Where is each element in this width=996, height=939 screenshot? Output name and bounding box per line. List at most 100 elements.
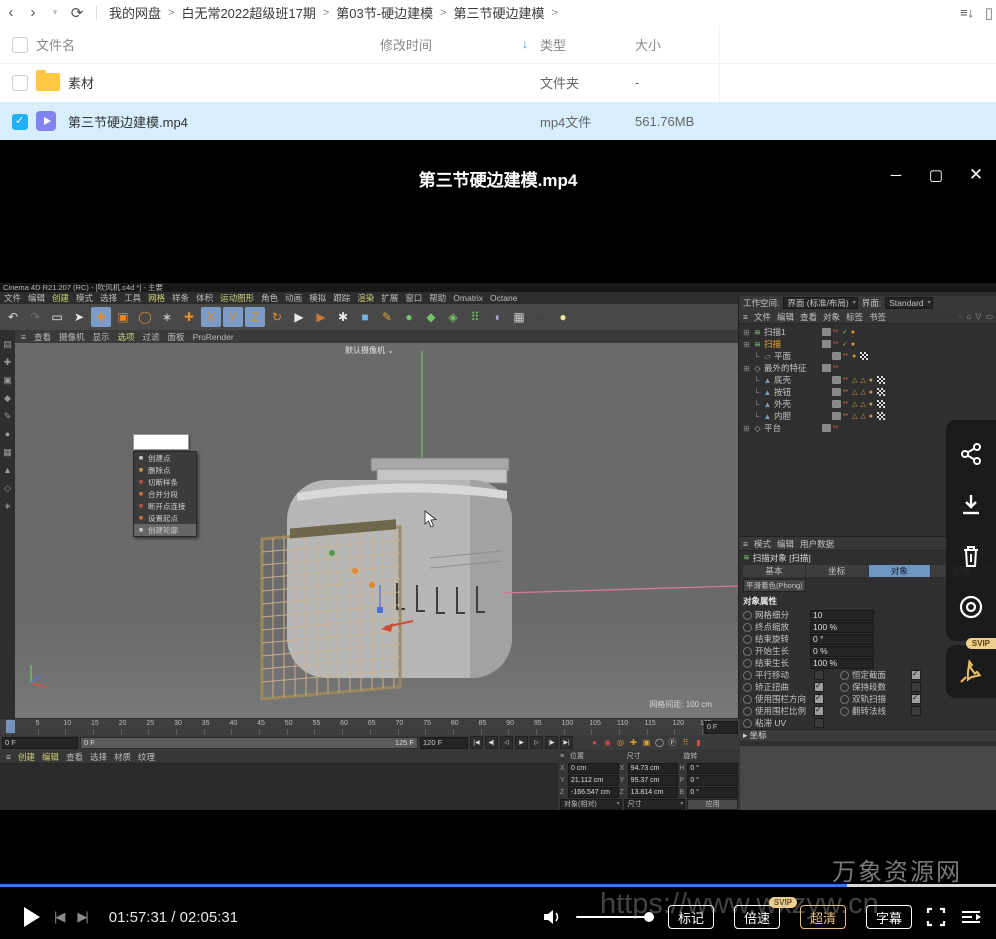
column-size[interactable]: 大小 bbox=[635, 25, 661, 63]
view-toggle-icon[interactable]: ▯ bbox=[982, 3, 996, 23]
animation-dot-icon[interactable] bbox=[743, 718, 752, 728]
animation-dot-icon[interactable] bbox=[743, 658, 752, 668]
render-settings-icon[interactable]: ✱ bbox=[333, 307, 353, 327]
coords-value[interactable]: 0 cm bbox=[568, 762, 619, 774]
column-time[interactable]: 修改时间 ↓ bbox=[380, 25, 528, 63]
redo-icon[interactable]: ↷ bbox=[25, 307, 45, 327]
interface-dropdown[interactable]: Standard bbox=[885, 297, 933, 309]
frame-range-slider[interactable]: 0 F 125 F bbox=[80, 736, 418, 749]
minimize-button[interactable]: ─ bbox=[882, 164, 910, 186]
coordinates-section-header[interactable]: ▸ 坐标 bbox=[739, 729, 996, 741]
material-menu-item[interactable]: 编辑 bbox=[42, 751, 59, 763]
coords-value[interactable]: 21.112 cm bbox=[568, 774, 619, 786]
animation-dot-icon[interactable] bbox=[743, 634, 752, 644]
close-button[interactable]: ✕ bbox=[962, 164, 990, 186]
last-tool-icon[interactable]: ∗ bbox=[157, 307, 177, 327]
visibility-dots[interactable]: •• bbox=[843, 388, 849, 395]
c4d-menu-item[interactable]: 模拟 bbox=[309, 292, 326, 304]
c4d-menu-item[interactable]: 选择 bbox=[100, 292, 117, 304]
visibility-dots[interactable]: •• bbox=[833, 340, 839, 347]
object-name[interactable]: 扫描 bbox=[764, 338, 816, 350]
visibility-chip[interactable] bbox=[832, 352, 841, 360]
primitive-cube-icon[interactable]: ■ bbox=[355, 307, 375, 327]
keyframe-param-icon[interactable]: Ⓟ bbox=[667, 737, 678, 748]
undo-icon[interactable]: ↶ bbox=[3, 307, 23, 327]
scale-icon[interactable]: ▣ bbox=[113, 307, 133, 327]
axis-x-icon[interactable]: X bbox=[201, 307, 221, 327]
om-tool-icon-1[interactable]: ⌂ bbox=[966, 312, 971, 321]
c4d-menu-item[interactable]: 扩展 bbox=[381, 292, 398, 304]
object-row[interactable]: ⊞ ◇ 最外的特征 •• bbox=[739, 362, 996, 374]
row-checkbox[interactable] bbox=[12, 114, 28, 130]
maximize-button[interactable]: ▢ bbox=[922, 164, 950, 186]
field-value[interactable]: 100 % bbox=[810, 621, 874, 633]
move-icon[interactable]: ✚ bbox=[91, 307, 111, 327]
c4d-menu-item[interactable]: 渲染 bbox=[357, 292, 374, 304]
checkbox[interactable] bbox=[911, 706, 921, 716]
checkbox[interactable] bbox=[814, 670, 824, 680]
attribute-tab[interactable]: 对象 bbox=[868, 565, 931, 577]
visibility-dots[interactable]: •• bbox=[843, 376, 849, 383]
record-position-icon[interactable]: ● bbox=[589, 737, 600, 748]
dot-tag-icon[interactable]: ● bbox=[869, 377, 873, 384]
keyframe-pla-icon[interactable]: ⠿ bbox=[680, 737, 691, 748]
back-icon[interactable]: ‹ bbox=[0, 3, 22, 23]
prev-key-icon[interactable]: ◀| bbox=[485, 736, 498, 749]
keyframe-move-icon[interactable]: ✚ bbox=[628, 737, 639, 748]
texture-tag-icon[interactable] bbox=[877, 388, 886, 396]
breadcrumb-item[interactable]: 白无常2022超级班17期 bbox=[177, 3, 319, 22]
viewport-menu-item[interactable]: ProRender bbox=[193, 332, 234, 342]
end-frame-field[interactable]: 120 F bbox=[420, 736, 468, 749]
viewport-menu-item[interactable]: 选项 bbox=[118, 331, 135, 343]
history-dropdown-icon[interactable]: ▾ bbox=[44, 3, 66, 23]
light-icon[interactable]: ● bbox=[553, 307, 573, 327]
phong-chip[interactable]: 平滑着色(Phong) bbox=[743, 579, 806, 592]
expand-icon[interactable]: ⊞ bbox=[742, 424, 751, 433]
c4d-menu-item[interactable]: 运动图形 bbox=[220, 292, 254, 304]
enabled-check-icon[interactable]: ✓ bbox=[842, 328, 848, 336]
popup-menu-item[interactable]: ■ 删除点 bbox=[134, 464, 196, 476]
hamburger-icon[interactable]: ≡ bbox=[21, 332, 26, 342]
phong-tag-icon[interactable]: △ bbox=[860, 376, 865, 384]
popup-menu-item[interactable]: ■ 合并分段 bbox=[134, 488, 196, 500]
object-row[interactable]: └ ▲ 外壳 •• △ △ ● bbox=[739, 398, 996, 410]
keyframe-rotate-icon[interactable]: ◯ bbox=[654, 737, 665, 748]
c4d-menu-item[interactable]: 帮助 bbox=[429, 292, 446, 304]
next-video-icon[interactable]: ▶| bbox=[77, 909, 88, 925]
constraint-icon[interactable]: ◖ bbox=[487, 307, 507, 327]
apply-button[interactable]: 应用 bbox=[687, 799, 739, 810]
coords-value[interactable]: -166.547 cm bbox=[568, 786, 619, 798]
attribute-tab[interactable]: 坐标 bbox=[805, 565, 868, 577]
viewport-menu-item[interactable]: 显示 bbox=[93, 331, 110, 343]
render-region-icon[interactable]: ▶ bbox=[311, 307, 331, 327]
c4d-menu-item[interactable]: Octane bbox=[490, 293, 517, 303]
animation-dot-icon[interactable] bbox=[840, 706, 849, 716]
checkbox[interactable] bbox=[911, 682, 921, 692]
hamburger-icon[interactable]: ≡ bbox=[743, 539, 748, 549]
object-name[interactable]: 扫描1 bbox=[764, 326, 816, 338]
am-menu-item[interactable]: 模式 bbox=[754, 538, 771, 550]
animation-dot-icon[interactable] bbox=[840, 694, 849, 704]
object-name[interactable]: 按钮 bbox=[774, 386, 826, 398]
超清-button[interactable]: 超清 bbox=[800, 905, 846, 929]
phong-tag-icon[interactable]: △ bbox=[852, 412, 857, 420]
hamburger-icon[interactable]: ≡ bbox=[743, 312, 748, 322]
share-button[interactable] bbox=[956, 439, 986, 469]
viewport-menu-item[interactable]: 面板 bbox=[168, 331, 185, 343]
material-menu-item[interactable]: 纹理 bbox=[138, 751, 155, 763]
visibility-chip[interactable] bbox=[832, 412, 841, 420]
column-type[interactable]: 类型 bbox=[540, 25, 566, 63]
play-button[interactable] bbox=[24, 907, 40, 927]
expand-icon[interactable]: └ bbox=[752, 412, 761, 421]
select-all-checkbox[interactable] bbox=[12, 37, 28, 53]
c4d-menu-item[interactable]: 角色 bbox=[261, 292, 278, 304]
dot-tag-icon[interactable]: ● bbox=[851, 329, 855, 336]
dot-tag-icon[interactable]: ● bbox=[869, 389, 873, 396]
coords-value[interactable]: 94.73 cm bbox=[627, 762, 679, 774]
倍速-button[interactable]: 倍速 SVIP bbox=[734, 897, 797, 929]
material-menu-item[interactable]: 材质 bbox=[114, 751, 131, 763]
phong-tag-icon[interactable]: △ bbox=[852, 388, 857, 396]
expand-icon[interactable]: ⊞ bbox=[742, 364, 751, 373]
object-name[interactable]: 平面 bbox=[774, 350, 826, 362]
popup-menu-item[interactable]: ■ 创建点 bbox=[134, 452, 196, 464]
